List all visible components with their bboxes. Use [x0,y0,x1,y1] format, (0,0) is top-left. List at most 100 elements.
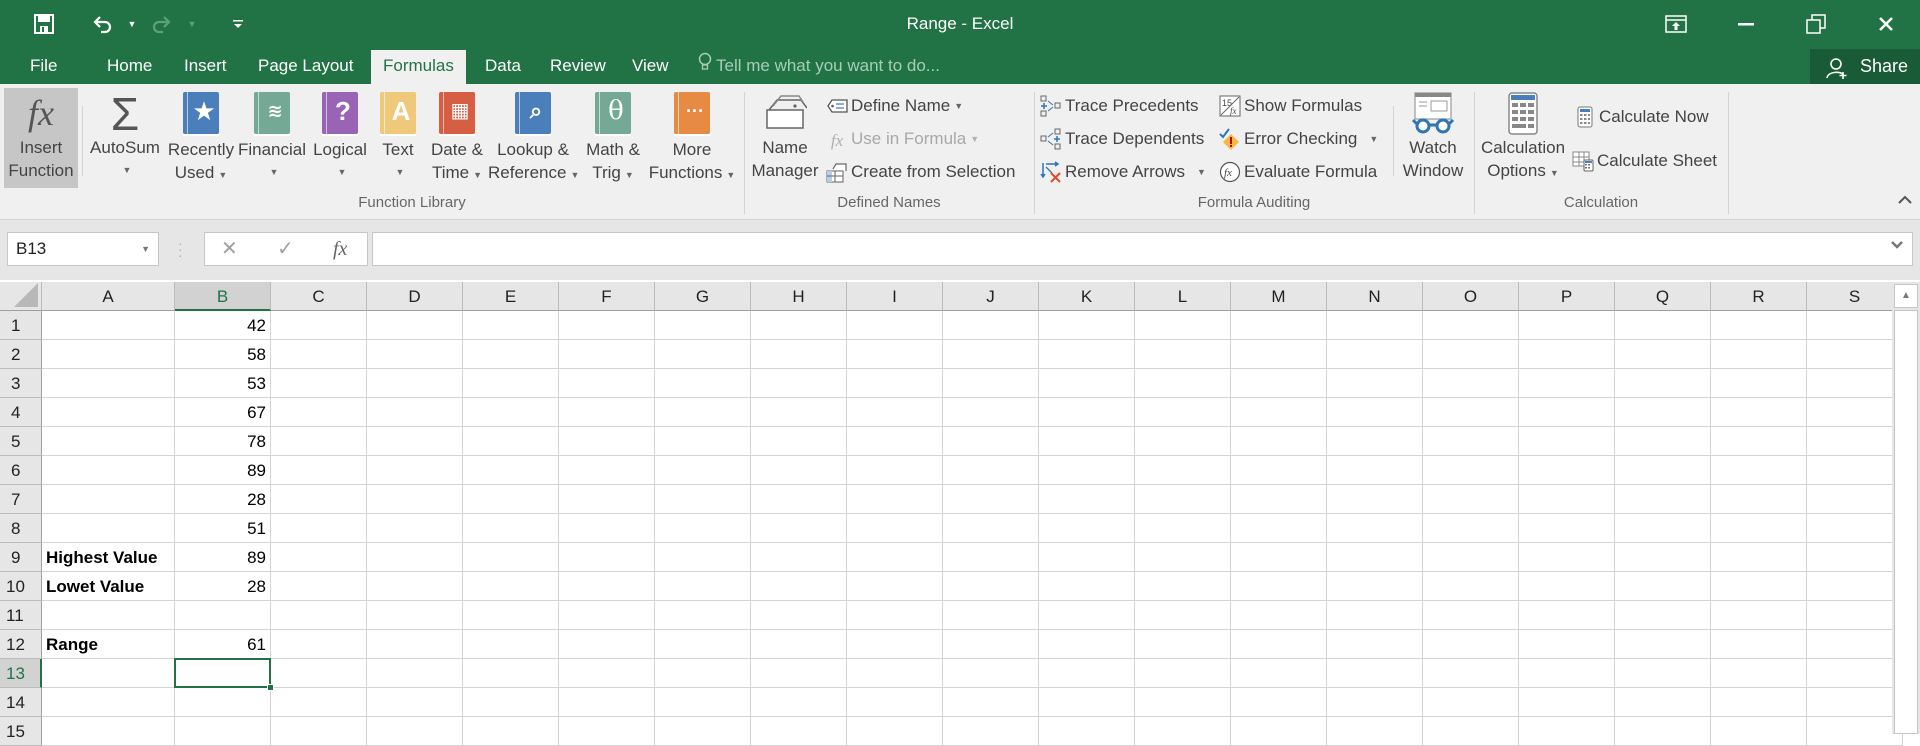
cell-s5[interactable] [1807,427,1903,456]
cell-q9[interactable] [1615,543,1711,572]
cell-d8[interactable] [367,514,463,543]
cell-a9[interactable]: Highest Value [42,543,175,572]
define-name-button[interactable]: Define Name ▼ [826,93,963,119]
cell-l4[interactable] [1135,398,1231,427]
cell-s13[interactable] [1807,659,1903,688]
cell-i7[interactable] [847,485,943,514]
row-header-11[interactable]: 11 [0,601,42,630]
cell-g5[interactable] [655,427,751,456]
cell-h14[interactable] [751,688,847,717]
cell-o4[interactable] [1423,398,1519,427]
cell-c4[interactable] [271,398,367,427]
cell-a13[interactable] [42,659,175,688]
cell-o3[interactable] [1423,369,1519,398]
cell-e7[interactable] [463,485,559,514]
cell-j5[interactable] [943,427,1039,456]
cell-r15[interactable] [1711,717,1807,746]
cell-c9[interactable] [271,543,367,572]
cell-j6[interactable] [943,456,1039,485]
cell-k14[interactable] [1039,688,1135,717]
cell-g9[interactable] [655,543,751,572]
cell-s6[interactable] [1807,456,1903,485]
date-time-button[interactable]: ▦ Date & Time ▼ [424,92,490,187]
cell-l3[interactable] [1135,369,1231,398]
cell-p1[interactable] [1519,311,1615,340]
cell-p5[interactable] [1519,427,1615,456]
cell-d13[interactable] [367,659,463,688]
cell-q11[interactable] [1615,601,1711,630]
financial-button[interactable]: ≋ Financial ▼ [236,92,308,184]
cell-b1[interactable]: 42 [175,311,271,340]
cell-i8[interactable] [847,514,943,543]
cell-j3[interactable] [943,369,1039,398]
cell-f7[interactable] [559,485,655,514]
use-in-formula-button[interactable]: fx Use in Formula ▼ [826,126,979,152]
vertical-scrollbar[interactable]: ▲ [1892,282,1920,734]
cell-p10[interactable] [1519,572,1615,601]
cell-c5[interactable] [271,427,367,456]
cell-q3[interactable] [1615,369,1711,398]
column-header-q[interactable]: Q [1615,282,1711,311]
cell-d4[interactable] [367,398,463,427]
tab-review[interactable]: Review [538,48,618,84]
cell-b3[interactable]: 53 [175,369,271,398]
cell-l10[interactable] [1135,572,1231,601]
remove-arrows-button[interactable]: Remove Arrows ▼ [1040,159,1206,185]
cell-p12[interactable] [1519,630,1615,659]
cell-d14[interactable] [367,688,463,717]
cell-h10[interactable] [751,572,847,601]
column-header-e[interactable]: E [463,282,559,311]
cell-b14[interactable] [175,688,271,717]
cell-o9[interactable] [1423,543,1519,572]
tab-data[interactable]: Data [473,48,533,84]
cell-a7[interactable] [42,485,175,514]
cell-g3[interactable] [655,369,751,398]
cell-r4[interactable] [1711,398,1807,427]
cell-l1[interactable] [1135,311,1231,340]
cell-s7[interactable] [1807,485,1903,514]
column-header-c[interactable]: C [271,282,367,311]
name-box-dropdown-icon[interactable]: ▼ [141,233,150,265]
cell-h11[interactable] [751,601,847,630]
cell-b9[interactable]: 89 [175,543,271,572]
recently-used-button[interactable]: ★ Recently Used ▼ [165,92,237,187]
calculate-sheet-button[interactable]: Calculate Sheet [1572,148,1717,174]
cell-k6[interactable] [1039,456,1135,485]
cell-q7[interactable] [1615,485,1711,514]
cell-e12[interactable] [463,630,559,659]
cell-g6[interactable] [655,456,751,485]
cell-a2[interactable] [42,340,175,369]
cell-c3[interactable] [271,369,367,398]
cell-d10[interactable] [367,572,463,601]
cell-q10[interactable] [1615,572,1711,601]
cell-q13[interactable] [1615,659,1711,688]
calculation-options-button[interactable]: Calculation Options ▼ [1478,92,1568,185]
cell-o12[interactable] [1423,630,1519,659]
column-header-d[interactable]: D [367,282,463,311]
cell-n3[interactable] [1327,369,1423,398]
cell-h8[interactable] [751,514,847,543]
cell-n1[interactable] [1327,311,1423,340]
close-icon[interactable] [1858,0,1914,48]
cell-a4[interactable] [42,398,175,427]
cell-h1[interactable] [751,311,847,340]
cell-l7[interactable] [1135,485,1231,514]
cell-q15[interactable] [1615,717,1711,746]
lookup-reference-button[interactable]: ⌕ Lookup & Reference ▼ [488,92,579,187]
cell-i14[interactable] [847,688,943,717]
cell-i5[interactable] [847,427,943,456]
cell-s15[interactable] [1807,717,1903,746]
cell-g7[interactable] [655,485,751,514]
cell-n9[interactable] [1327,543,1423,572]
cell-b4[interactable]: 67 [175,398,271,427]
share-button[interactable]: Share [1810,49,1920,84]
cell-f11[interactable] [559,601,655,630]
cell-f8[interactable] [559,514,655,543]
cell-f5[interactable] [559,427,655,456]
cell-d15[interactable] [367,717,463,746]
cell-j4[interactable] [943,398,1039,427]
cell-h12[interactable] [751,630,847,659]
cell-h7[interactable] [751,485,847,514]
cell-c10[interactable] [271,572,367,601]
cell-o7[interactable] [1423,485,1519,514]
